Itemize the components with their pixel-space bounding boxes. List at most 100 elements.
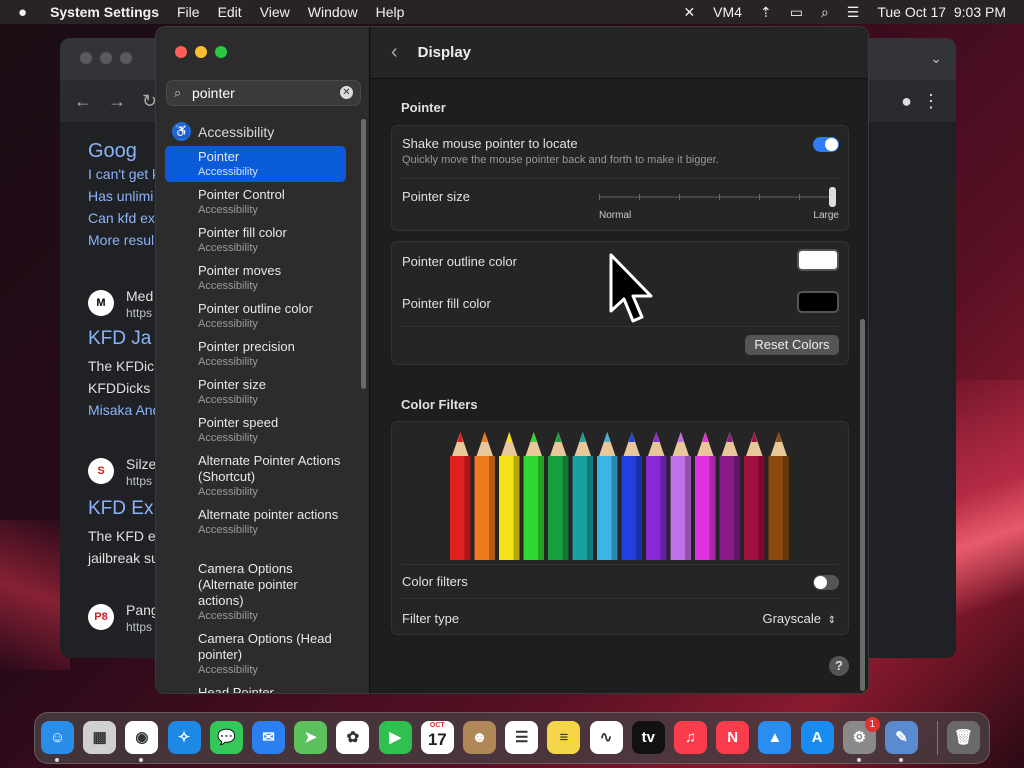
result-title[interactable]: KFD Ja (88, 328, 151, 350)
pointer-group: Shake mouse pointer to locate Quickly mo… (391, 125, 849, 231)
mail-icon[interactable]: ✉ (252, 721, 285, 754)
chrome-icon[interactable]: ◉ (125, 721, 159, 754)
preview-icon[interactable]: ✎ (885, 721, 918, 754)
sidebar-item-head-pointer[interactable]: Head Pointer (165, 682, 346, 693)
sidebar-section-accessibility[interactable]: ♿ Accessibility (172, 122, 274, 141)
result-site-name: Med (126, 288, 154, 304)
messages-icon[interactable]: 💬 (209, 721, 243, 754)
result-snippet-link[interactable]: Misaka And (88, 402, 160, 418)
sidebar-item-alternate-pointer-actions-shortcut[interactable]: Alternate Pointer Actions (Shortcut) Acc… (165, 450, 346, 502)
pencil-14 (768, 432, 789, 560)
help-button[interactable]: ? (829, 656, 849, 676)
filter-type-popup[interactable]: Grayscale ⇕ (762, 611, 836, 626)
sidebar-item-pointer-control[interactable]: Pointer Control Accessibility (165, 184, 346, 220)
shake-pointer-description: Quickly move the mouse pointer back and … (402, 154, 719, 166)
pointer-size-slider[interactable] (599, 187, 836, 207)
filter-type-label: Filter type (402, 611, 460, 626)
tv-icon[interactable]: tv (631, 721, 665, 754)
pencil-1 (450, 432, 471, 560)
notes-icon[interactable]: ≡ (547, 721, 581, 754)
maps-icon[interactable]: ➤ (294, 721, 328, 754)
vm-status-label[interactable]: VM4 (704, 4, 751, 20)
browser-zoom-button[interactable] (120, 52, 132, 64)
reset-colors-button[interactable]: Reset Colors (745, 335, 839, 355)
page-title: Display (417, 44, 472, 61)
running-indicator (55, 758, 59, 762)
browser-close-button[interactable] (80, 52, 92, 64)
menu-edit[interactable]: Edit (209, 4, 251, 20)
trash-icon[interactable]: 🗑 (947, 721, 980, 754)
sidebar-item-alternate-pointer-actions[interactable]: Alternate pointer actions Accessibility (165, 504, 346, 540)
slider-thumb[interactable] (829, 187, 836, 207)
running-indicator (899, 758, 903, 762)
site-favicon: P8 (88, 604, 114, 630)
color-filters-toggle[interactable] (813, 575, 839, 590)
back-chevron-icon[interactable]: ‹ (391, 41, 398, 64)
profile-icon[interactable]: ● (901, 91, 912, 112)
finder-icon[interactable]: ☺ (41, 721, 74, 754)
dock-glyph: ▦ (92, 729, 107, 746)
toggle-knob (825, 138, 838, 151)
minimize-button[interactable] (195, 46, 207, 58)
facetime-icon[interactable]: ▶ (378, 721, 412, 754)
dock-glyph: 🗑 (953, 729, 974, 746)
launchpad-icon[interactable]: ▦ (83, 721, 117, 754)
control-center-icon[interactable]: ☰ (838, 4, 869, 21)
dock-glyph: ♫ (684, 729, 697, 746)
menu-view[interactable]: View (251, 4, 299, 20)
forward-arrow-icon[interactable]: → (108, 91, 126, 112)
close-button[interactable] (175, 46, 187, 58)
back-arrow-icon[interactable]: ← (74, 91, 92, 112)
menu-app-name[interactable]: System Settings (41, 4, 168, 20)
sidebar-item-pointer-size[interactable]: Pointer size Accessibility (165, 374, 346, 410)
reminders-icon[interactable]: ☰ (505, 721, 539, 754)
keynote-icon[interactable]: ▲ (758, 721, 792, 754)
contacts-icon[interactable]: ☻ (463, 721, 496, 754)
tab-search-chevron-icon[interactable]: ⌄ (930, 50, 942, 67)
sidebar-item-title: Pointer outline color (198, 301, 313, 316)
zoom-button[interactable] (215, 46, 227, 58)
dock-glyph: A (811, 729, 823, 746)
sidebar-item-pointer-speed[interactable]: Pointer speed Accessibility (165, 412, 346, 448)
photos-icon[interactable]: ✿ (336, 721, 370, 754)
related-link[interactable]: Has unlimi (88, 188, 153, 204)
sidebar-item-pointer[interactable]: Pointer Accessibility (165, 146, 346, 182)
clock-datetime[interactable]: Tue Oct 17 9:03 PM (868, 4, 1024, 20)
sidebar-item-pointer-moves[interactable]: Pointer moves Accessibility (165, 260, 346, 296)
menu-bar: ● System Settings File Edit View Window … (0, 0, 1024, 24)
safari-icon[interactable]: ✧ (167, 721, 201, 754)
calendar-icon[interactable]: OCT 17 (420, 721, 454, 754)
clear-search-icon[interactable]: ✕ (340, 86, 353, 99)
pointer-outline-color-well[interactable] (797, 249, 839, 271)
apple-icon[interactable]: ● (0, 4, 41, 21)
freeform-icon[interactable]: ∿ (589, 721, 623, 754)
sidebar-item-pointer-fill-color[interactable]: Pointer fill color Accessibility (165, 222, 346, 258)
browser-minimize-button[interactable] (100, 52, 112, 64)
music-icon[interactable]: ♫ (674, 721, 707, 754)
screen-mirror-icon[interactable]: ▭ (781, 4, 812, 21)
result-title[interactable]: KFD Ex (88, 498, 153, 520)
related-link[interactable]: Can kfd ex (88, 210, 155, 226)
menu-file[interactable]: File (168, 4, 209, 20)
sidebar-item-camera-options-alternate[interactable]: Camera Options (Alternate pointer action… (165, 558, 346, 626)
main-scrollbar[interactable] (860, 319, 865, 691)
search-icon[interactable]: ⌕ (812, 4, 838, 21)
news-icon[interactable]: N (716, 721, 750, 754)
more-menu-icon[interactable]: ⋮ (922, 91, 940, 112)
menu-window[interactable]: Window (299, 4, 367, 20)
menu-help[interactable]: Help (367, 4, 414, 20)
shake-pointer-toggle[interactable] (813, 137, 839, 152)
wifi-icon[interactable]: ⇡ (751, 4, 781, 21)
system-settings-icon[interactable]: ⚙ 1 (842, 717, 880, 754)
sidebar-item-camera-options-head[interactable]: Camera Options (Head pointer) Accessibil… (165, 628, 346, 680)
sidebar-item-pointer-precision[interactable]: Pointer precision Accessibility (165, 336, 346, 372)
mute-icon[interactable]: ✕ (674, 4, 704, 21)
sidebar-item-pointer-outline-color[interactable]: Pointer outline color Accessibility (165, 298, 346, 334)
more-results-link[interactable]: More resul (88, 232, 154, 248)
sidebar-scrollbar[interactable] (361, 119, 366, 389)
pointer-fill-color-well[interactable] (797, 291, 839, 313)
sidebar-item-title: Alternate Pointer Actions (Shortcut) (198, 453, 341, 484)
search-input[interactable]: ⌕ pointer ✕ (166, 80, 361, 106)
related-link[interactable]: I can't get k (88, 166, 159, 182)
app-store-icon[interactable]: A (800, 721, 834, 754)
